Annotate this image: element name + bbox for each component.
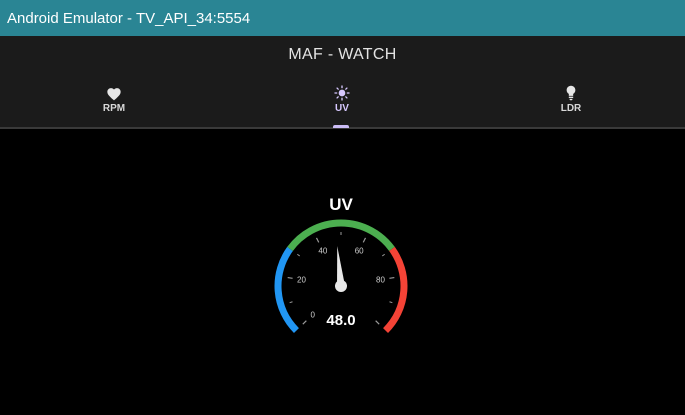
gauge-title: UV (329, 195, 353, 214)
tab-uv[interactable]: UV (228, 74, 456, 127)
window-title: Android Emulator - TV_API_34:5554 (7, 9, 251, 27)
tab-rpm-label: RPM (102, 103, 126, 114)
gauge-value: 48.0 (326, 312, 355, 329)
gauge-tick-100 (375, 320, 380, 325)
gauge-tick-40 (315, 237, 320, 243)
emulator-title-bar: Android Emulator - TV_API_34:5554 (0, 0, 685, 36)
uv-gauge: UV 0 20 40 60 80 48.0 (274, 195, 408, 334)
gauge-tick-70 (381, 253, 385, 257)
gauge-needle-hub (335, 280, 347, 292)
gauge-tick-label-60: 60 (355, 246, 364, 255)
gauge-tick-label-20: 20 (297, 276, 306, 285)
gauge-tick-80 (389, 276, 395, 279)
tab-uv-label: UV (335, 103, 349, 114)
app-title: MAF - WATCH (288, 46, 397, 63)
gauge-needle (335, 246, 347, 292)
gauge-range-arc-2 (383, 246, 408, 334)
bottom-tab-bar: RPM UV LDR (0, 74, 685, 129)
heart-icon (106, 85, 122, 101)
gauge-tick-30 (297, 253, 301, 257)
sun-icon (334, 85, 350, 101)
gauge-tick-60 (362, 237, 367, 243)
active-tab-indicator (333, 125, 349, 128)
gauge-range-arc-0 (274, 246, 299, 334)
lightbulb-icon (565, 85, 577, 101)
gauge-tick-90 (389, 301, 393, 304)
gauge-tick-10 (289, 301, 293, 304)
app-bar: MAF - WATCH (0, 36, 685, 74)
gauge-tick-label-0: 0 (310, 310, 315, 319)
tab-ldr[interactable]: LDR (457, 74, 685, 127)
gauge-range-arc-1 (287, 219, 395, 252)
tab-rpm[interactable]: RPM (0, 74, 228, 127)
tab-ldr-label: LDR (560, 103, 582, 114)
gauge-tick-label-80: 80 (376, 276, 385, 285)
uv-screen: UV 0 20 40 60 80 48.0 (0, 129, 685, 415)
gauge-tick-0 (302, 320, 307, 325)
gauge-tick-20 (287, 276, 293, 279)
gauge-tick-label-40: 40 (318, 246, 327, 255)
